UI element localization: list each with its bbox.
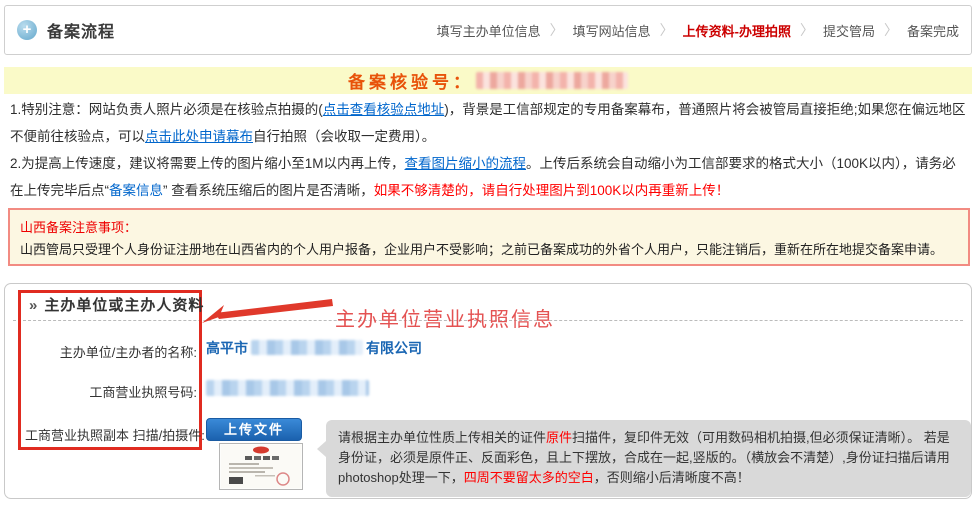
- filing-process-header: 备案流程 填写主办单位信息 填写网站信息 上传资料-办理拍照 提交管局 备案完成: [4, 5, 972, 55]
- organizer-info-section: » 主办单位或主办人资料 主办单位营业执照信息 主办单位/主办者的名称: 高平市 有…: [4, 283, 972, 499]
- redacted-license-number: [206, 380, 369, 396]
- upload-notes: 1.特别注意：网站负责人照片必须是在核验点拍摄的(点击查看核验点地址)，背景是工…: [10, 96, 968, 204]
- chevron-separator-icon: [884, 20, 898, 40]
- note-2-warning-text: 如果不够清楚的，请自行处理图片到100K以内再重新上传！: [374, 183, 730, 198]
- shanxi-notice-box: 山西备案注意事项： 山西管局只受理个人身份证注册地在山西省内的个人用户报备，企业…: [8, 208, 970, 266]
- view-shrink-process-link[interactable]: 查看图片缩小的流程: [405, 156, 527, 171]
- tip-margin-red-text: 四周不要留太多的空白: [464, 470, 594, 485]
- redacted-organizer-name: [251, 340, 363, 355]
- note-1-text: 自行拍照（会收取一定费用）。: [253, 129, 435, 144]
- section-marker-icon: »: [29, 297, 38, 314]
- step-filing-complete[interactable]: 备案完成: [907, 21, 959, 40]
- filing-info-link[interactable]: 备案信息: [109, 183, 163, 198]
- verification-number-banner: 备案核验号：: [4, 67, 972, 94]
- annotation-business-license-info: 主办单位营业执照信息: [335, 303, 555, 332]
- organizer-name-value: 高平市 有限公司: [206, 338, 422, 358]
- shanxi-notice-title: 山西备案注意事项：: [20, 217, 958, 239]
- license-thumbnail[interactable]: [219, 443, 303, 490]
- view-verification-point-link[interactable]: 点击查看核验点地址: [323, 102, 445, 117]
- red-arrow-icon: [201, 296, 336, 326]
- license-number-label: 工商营业执照号码:: [25, 382, 197, 401]
- note-1: 1.特别注意：网站负责人照片必须是在核验点拍摄的(点击查看核验点地址)，背景是工…: [10, 96, 968, 150]
- license-number-value: [206, 380, 369, 399]
- apply-backdrop-link[interactable]: 点击此处申请幕布: [145, 129, 253, 144]
- note-1-text: 1.特别注意：网站负责人照片必须是在核验点拍摄的(: [10, 102, 323, 117]
- step-upload-materials-active[interactable]: 上传资料-办理拍照: [683, 21, 791, 40]
- upload-file-button[interactable]: 上传文件: [206, 418, 302, 441]
- page-title: 备案流程: [47, 18, 115, 42]
- redacted-verification-number: [476, 72, 628, 89]
- tip-original-red-text: 原件: [546, 430, 572, 445]
- verification-number-label: 备案核验号：: [348, 68, 474, 93]
- organizer-name-prefix: 高平市: [206, 340, 248, 356]
- license-copy-label: 工商营业执照副本 扫描/拍摄件:: [25, 425, 197, 444]
- step-fill-website-info[interactable]: 填写网站信息: [573, 21, 651, 40]
- note-2-text: 2.为提高上传速度，建议将需要上传的图片缩小至1M以内再上传，: [10, 156, 405, 171]
- organizer-name-suffix: 有限公司: [366, 340, 422, 356]
- license-thumbnail-image: [221, 445, 301, 488]
- upload-tip-box: 请根据主办单位性质上传相关的证件原件扫描件，复印件无效（可用数码相机拍摄,但必须…: [326, 420, 971, 497]
- chevron-separator-icon: [800, 20, 814, 40]
- tip-text: ，否则缩小后清晰度不高！: [594, 470, 750, 485]
- plus-icon: [17, 20, 37, 40]
- step-fill-organizer-info[interactable]: 填写主办单位信息: [437, 21, 541, 40]
- chevron-separator-icon: [660, 20, 674, 40]
- shanxi-notice-body: 山西管局只受理个人身份证注册地在山西省内的个人用户报备，企业用户不受影响；之前已…: [20, 239, 958, 261]
- tip-text: 请根据主办单位性质上传相关的证件: [338, 430, 546, 445]
- note-2: 2.为提高上传速度，建议将需要上传的图片缩小至1M以内再上传，查看图片缩小的流程…: [10, 150, 968, 204]
- breadcrumb: 填写主办单位信息 填写网站信息 上传资料-办理拍照 提交管局 备案完成: [437, 20, 971, 40]
- step-submit-authority[interactable]: 提交管局: [823, 21, 875, 40]
- chevron-separator-icon: [550, 20, 564, 40]
- section-title: » 主办单位或主办人资料: [29, 294, 204, 315]
- note-2-text: 查看系统压缩后的图片是否清晰，: [168, 183, 374, 198]
- section-title-text: 主办单位或主办人资料: [44, 297, 204, 314]
- organizer-name-label: 主办单位/主办者的名称:: [25, 342, 197, 361]
